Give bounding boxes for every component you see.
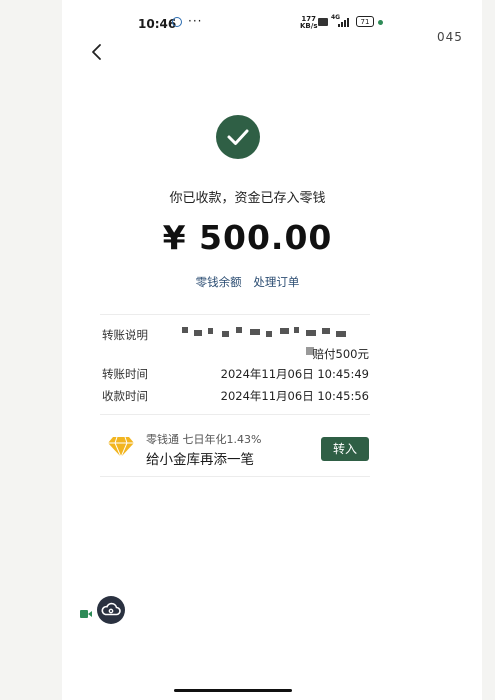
transfer-time-value: 2024年11月06日 10:45:49 bbox=[220, 367, 369, 381]
network-speed-unit: KB/s bbox=[300, 22, 318, 30]
redacted-remark bbox=[182, 326, 348, 340]
receive-time-value: 2024年11月06日 10:45:56 bbox=[220, 389, 369, 403]
remark-value: 赔付500元 bbox=[312, 347, 369, 361]
status-time: 10:46 bbox=[138, 17, 177, 31]
receive-time-label: 收款时间 bbox=[102, 389, 148, 403]
amount-display: ¥ 500.00 bbox=[162, 218, 333, 257]
status-more: ··· bbox=[188, 14, 203, 28]
home-indicator[interactable] bbox=[174, 689, 292, 692]
divider bbox=[100, 476, 370, 477]
video-icon bbox=[80, 604, 92, 618]
result-title: 你已收款，资金已存入零钱 bbox=[169, 191, 326, 206]
remark-label: 转账说明 bbox=[102, 328, 148, 342]
signal-icon bbox=[338, 18, 351, 27]
divider bbox=[100, 414, 370, 415]
divider bbox=[100, 314, 370, 315]
floating-cloud-button[interactable] bbox=[97, 596, 125, 624]
cloud-icon bbox=[101, 602, 121, 616]
status-dot bbox=[378, 20, 383, 25]
corner-text: 045 bbox=[437, 30, 463, 44]
deposit-button[interactable]: 转入 bbox=[321, 437, 369, 461]
success-check-circle bbox=[216, 115, 260, 159]
balance-link[interactable]: 零钱余额 bbox=[196, 274, 242, 290]
promo-subtitle: 零钱通 七日年化1.43% bbox=[146, 433, 262, 446]
gem-icon bbox=[107, 435, 135, 459]
battery-icon: 71 bbox=[356, 16, 374, 27]
check-icon bbox=[227, 129, 249, 145]
action-links: 零钱余额 处理订单 bbox=[0, 274, 495, 290]
status-bar: 10:46 ··· 177 KB/s 4G 71 bbox=[0, 0, 495, 44]
notification-icon bbox=[172, 17, 182, 27]
back-icon bbox=[92, 44, 101, 60]
page-background bbox=[62, 0, 482, 700]
hd-icon bbox=[318, 18, 328, 26]
network-speed: 177 KB/s bbox=[300, 16, 317, 30]
back-button[interactable] bbox=[88, 42, 108, 62]
transfer-time-label: 转账时间 bbox=[102, 367, 148, 381]
promo-title: 给小金库再添一笔 bbox=[146, 452, 254, 468]
order-link[interactable]: 处理订单 bbox=[253, 274, 299, 290]
